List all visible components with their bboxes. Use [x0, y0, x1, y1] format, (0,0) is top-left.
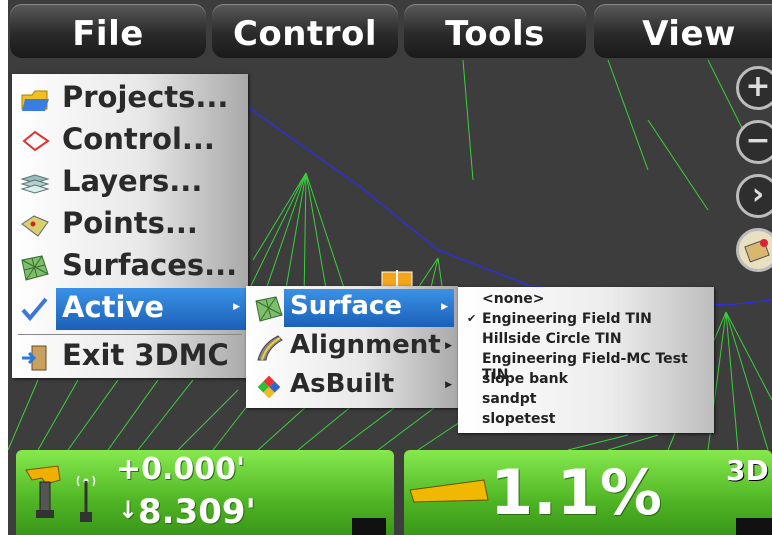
control-diamond-icon	[22, 130, 50, 152]
corner-indicator	[352, 518, 386, 535]
menu-item-label: Exit 3DMC	[62, 338, 229, 372]
down-arrow-icon: ↓	[118, 496, 139, 524]
active-submenu: Surface ▶ Alignment ▶ AsBuilt ▶	[246, 286, 458, 408]
submenu-item-label: Surface	[290, 291, 402, 321]
app-screen: File Control Tools View + − › Projects..…	[0, 0, 772, 535]
menu-divider	[18, 334, 242, 335]
submenu-item-alignment[interactable]: Alignment ▶	[246, 328, 458, 366]
menu-item-control[interactable]: Control...	[12, 120, 248, 162]
menu-item-surfaces[interactable]: Surfaces...	[12, 246, 248, 288]
menu-item-layers[interactable]: Layers...	[12, 162, 248, 204]
surface-option[interactable]: <none>	[458, 289, 714, 309]
exit-door-icon	[22, 345, 47, 371]
surface-option[interactable]: sandpt	[458, 389, 714, 409]
surface-option-label: sandpt	[482, 391, 537, 407]
surface-mesh-icon	[255, 296, 283, 322]
submenu-arrow-icon: ▶	[445, 341, 452, 351]
surface-option-label: slopetest	[482, 411, 556, 427]
zoom-out-button[interactable]: −	[736, 120, 772, 164]
plus-icon: +	[745, 69, 771, 104]
check-icon: ✔	[467, 312, 477, 325]
minus-icon: −	[745, 123, 771, 158]
surface-option-label: <none>	[482, 291, 545, 307]
file-dropdown: Projects... Control... Layers... Points.…	[12, 74, 248, 378]
slope-indicator-bar	[409, 479, 489, 503]
chevron-right-icon: ›	[751, 177, 765, 212]
surface-option[interactable]: Hillside Circle TIN	[458, 329, 714, 349]
asbuilt-grid-icon	[257, 375, 281, 399]
layers-icon	[20, 174, 50, 194]
point-tag-icon	[21, 215, 49, 237]
surface-option-label: slope bank	[482, 371, 568, 387]
surface-option[interactable]: slope bank	[458, 369, 714, 389]
map-pin-icon	[744, 239, 770, 263]
menu-item-label: Active	[62, 290, 165, 324]
surface-option-label: Engineering Field TIN	[482, 311, 652, 327]
menu-item-exit[interactable]: Exit 3DMC	[12, 336, 248, 378]
submenu-item-asbuilt[interactable]: AsBuilt ▶	[246, 367, 458, 405]
submenu-highlight: Surface ▶	[284, 289, 454, 327]
menu-item-active[interactable]: Active ▶	[12, 288, 248, 330]
file-menu-button[interactable]: File	[10, 4, 206, 58]
surface-option-selected[interactable]: ✔ Engineering Field TIN	[458, 309, 714, 329]
cut-fill-readout: +0.000'	[116, 452, 246, 487]
submenu-item-surface[interactable]: Surface ▶	[246, 289, 458, 327]
control-menu-button[interactable]: Control	[212, 4, 398, 58]
file-menu-label: File	[72, 14, 144, 54]
antenna-icon	[76, 475, 96, 522]
submenu-item-label: AsBuilt	[290, 369, 395, 399]
tools-menu-button[interactable]: Tools	[404, 4, 586, 58]
menu-item-points[interactable]: Points...	[12, 204, 248, 246]
submenu-arrow-icon: ▶	[445, 380, 452, 390]
menu-item-label: Control...	[62, 122, 215, 156]
view-menu-label: View	[642, 14, 736, 54]
alignment-road-icon	[257, 335, 283, 361]
surface-option[interactable]: Engineering Field-MC Test TIN	[458, 349, 714, 383]
surface-mesh-icon	[21, 255, 49, 281]
surface-option-label: Hillside Circle TIN	[482, 331, 622, 347]
slope-readout: 1.1%	[490, 456, 662, 529]
pan-next-button[interactable]: ›	[736, 174, 772, 218]
map-layer-button[interactable]	[736, 228, 772, 272]
submenu-arrow-icon: ▶	[441, 302, 448, 312]
menu-item-label: Surfaces...	[62, 248, 238, 282]
control-menu-label: Control	[232, 14, 378, 54]
zoom-in-button[interactable]: +	[736, 66, 772, 110]
submenu-item-label: Alignment	[290, 330, 441, 360]
submenu-arrow-icon: ▶	[233, 302, 240, 312]
blade-icon	[25, 465, 61, 518]
elevation-readout: 8.309'	[138, 492, 256, 532]
surface-list-menu: <none> ✔ Engineering Field TIN Hillside …	[458, 287, 714, 433]
slope-status-panel[interactable]: 1.1% 3D	[404, 450, 772, 535]
corner-indicator	[736, 518, 772, 535]
elevation-status-panel[interactable]: +0.000' ↓ 8.309'	[16, 450, 394, 535]
menu-item-label: Projects...	[62, 80, 229, 114]
folder-icon	[21, 90, 49, 111]
view-menu-button[interactable]: View	[594, 4, 772, 58]
checkmark-icon	[21, 297, 48, 322]
menu-item-projects[interactable]: Projects...	[12, 78, 248, 120]
surface-option[interactable]: slopetest	[458, 409, 714, 429]
menu-item-label: Points...	[62, 206, 198, 240]
tools-menu-label: Tools	[445, 14, 545, 54]
mode-3d-label: 3D	[726, 454, 769, 487]
menu-item-label: Layers...	[62, 164, 203, 198]
menu-item-highlight: Active ▶	[56, 288, 246, 330]
